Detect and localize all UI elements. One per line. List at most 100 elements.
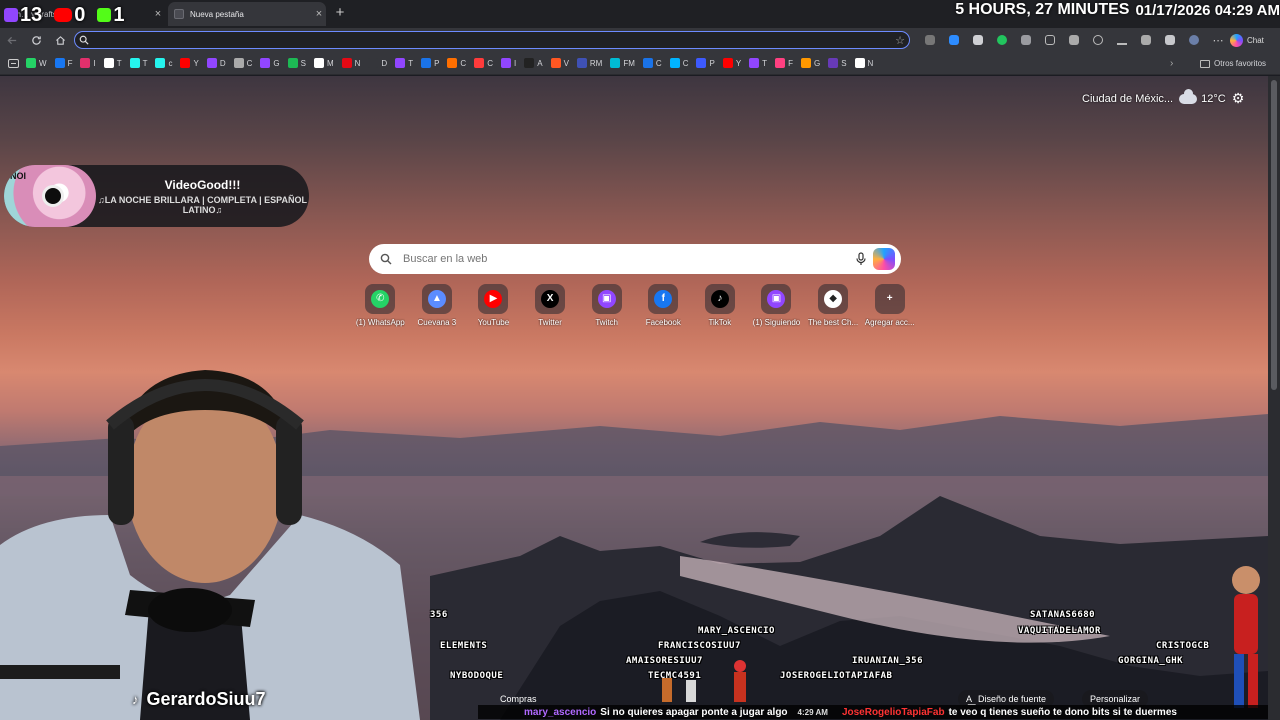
now-playing-title: VideoGood!!! <box>164 177 241 192</box>
close-tab-icon[interactable]: × <box>151 8 165 20</box>
copilot-icon <box>1230 33 1243 47</box>
bookmark-item[interactable]: RM <box>576 58 602 68</box>
bookmark-item[interactable]: FM <box>610 58 635 68</box>
extension-icon[interactable] <box>918 30 942 50</box>
address-input[interactable] <box>93 35 891 45</box>
now-playing-widget[interactable]: NOI VideoGood!!! ♫LA NOCHE BRILLARA | CO… <box>4 165 309 227</box>
bookmark-item[interactable]: T <box>749 58 767 68</box>
bookmark-item[interactable]: S <box>287 58 306 68</box>
split-screen-icon[interactable] <box>1038 30 1062 50</box>
shortcut-glyph-icon: X <box>541 290 560 308</box>
bookmark-item[interactable]: T <box>103 58 122 68</box>
back-button[interactable] <box>0 28 24 52</box>
bookmark-item[interactable]: V <box>550 58 569 68</box>
extension-icon[interactable] <box>1062 30 1086 50</box>
shortcut-tile[interactable]: ◆ The best Ch... <box>805 284 862 330</box>
bookmark-item[interactable]: N <box>854 58 873 68</box>
extension-icon[interactable] <box>1014 30 1038 50</box>
bookmark-item[interactable]: A <box>524 58 543 68</box>
shortcut-tile[interactable]: ▲ Cuevana 3 <box>409 284 466 330</box>
web-search-input[interactable] <box>403 253 849 265</box>
downloads-icon[interactable] <box>1110 30 1134 50</box>
shortcut-tile[interactable]: ♪ TikTok <box>692 284 749 330</box>
bookmark-item[interactable]: S <box>828 58 847 68</box>
compras-link[interactable]: Compras <box>500 694 537 704</box>
bookmark-item[interactable]: M <box>313 58 334 68</box>
extension-icon[interactable] <box>990 30 1014 50</box>
bookmark-item[interactable]: P <box>696 58 715 68</box>
address-bar[interactable]: ☆ <box>74 31 910 49</box>
bookmark-item[interactable]: I <box>500 58 516 68</box>
bookmark-item[interactable]: D <box>206 58 226 68</box>
bookmark-item[interactable]: Y <box>722 58 741 68</box>
bookmark-favicon-icon <box>155 58 166 68</box>
bookmark-item[interactable]: G <box>800 58 821 68</box>
chat-message: te veo q tienes sueño te dono bits si te… <box>948 706 1177 718</box>
bookmark-item[interactable]: T <box>129 58 147 68</box>
bookmark-favicon-icon <box>854 58 865 68</box>
bookmark-label: G <box>813 58 821 68</box>
bookmark-favicon-icon <box>828 58 839 68</box>
streamer-watermark: ♪ GerardoSiuu7 <box>132 689 266 710</box>
bookmark-item[interactable]: C <box>669 58 688 68</box>
shortcut-tile[interactable]: + Agregar acc... <box>861 284 918 330</box>
bookmark-item[interactable]: C <box>474 58 493 68</box>
scrollbar-thumb[interactable] <box>1271 80 1277 390</box>
shortcut-tile[interactable]: X Twitter <box>522 284 579 330</box>
home-button[interactable] <box>48 28 72 52</box>
bookmark-item[interactable]: W <box>26 58 47 68</box>
weather-widget[interactable]: Ciudad de Méxic... 12°C <box>1082 89 1226 108</box>
bookmark-favicon-icon <box>800 58 811 68</box>
page-scrollbar[interactable] <box>1268 76 1280 720</box>
shortcut-tile[interactable]: ▣ Twitch <box>578 284 635 330</box>
profile-avatar[interactable] <box>1182 30 1206 50</box>
shortcut-tile[interactable]: ▣ (1) Siguiendo <box>748 284 805 330</box>
bookmark-label: C <box>460 58 467 68</box>
bookmark-item[interactable]: C <box>233 58 252 68</box>
bookmark-item[interactable]: F <box>54 58 72 68</box>
shortcut-tile[interactable]: ▶ YouTube <box>465 284 522 330</box>
bookmark-favicon-icon <box>610 58 621 68</box>
reload-button[interactable] <box>24 28 48 52</box>
bookmark-item[interactable]: F <box>775 58 793 68</box>
bookmark-item[interactable]: P <box>421 58 439 68</box>
bookmark-item[interactable]: T <box>395 58 413 68</box>
bookmark-item[interactable]: G <box>260 58 280 68</box>
settings-gear-icon[interactable]: ⚙ <box>1230 90 1246 106</box>
apps-icon[interactable] <box>0 58 26 68</box>
more-menu-icon[interactable]: ⋯ <box>1206 30 1230 50</box>
bookmark-label: W <box>39 58 47 68</box>
shortcut-tile[interactable]: ✆ (1) WhatsApp <box>352 284 409 330</box>
other-favorites[interactable]: Otros favoritos <box>1200 52 1266 75</box>
copilot-chat-button[interactable]: Chat <box>1230 31 1264 49</box>
bookmark-favicon-icon <box>722 58 733 68</box>
microphone-icon[interactable] <box>849 252 873 266</box>
shortcut-glyph-icon: ▶ <box>484 290 503 308</box>
bookmark-item[interactable]: C <box>642 58 662 68</box>
bookmark-item[interactable]: I <box>80 58 96 68</box>
bookmark-item[interactable]: c <box>155 58 172 68</box>
bookmark-item[interactable]: C <box>447 58 466 68</box>
bookmark-item[interactable]: D <box>368 58 387 68</box>
copilot-search-icon[interactable] <box>873 248 895 270</box>
twitch-icon <box>4 8 18 22</box>
history-icon[interactable] <box>1086 30 1110 50</box>
bookmark-item[interactable]: Y <box>180 58 199 68</box>
bookmark-favicon-icon <box>550 58 561 68</box>
extension-icon[interactable] <box>1134 30 1158 50</box>
bookmark-favicon-icon <box>421 58 432 68</box>
extension-icon[interactable] <box>966 30 990 50</box>
favorite-star-icon[interactable]: ☆ <box>891 34 909 47</box>
shortcut-icon: f <box>648 284 679 314</box>
web-search-box[interactable] <box>369 244 901 274</box>
extension-icon[interactable] <box>1158 30 1182 50</box>
chevron-right-icon[interactable]: › <box>1170 58 1173 69</box>
new-tab-button[interactable]: + <box>332 4 348 22</box>
shortcut-tile[interactable]: f Facebook <box>635 284 692 330</box>
tiktok-icon: ♪ <box>132 692 139 707</box>
extension-icon[interactable] <box>942 30 966 50</box>
bookmark-item[interactable]: N <box>341 58 360 68</box>
bookmark-favicon-icon <box>313 58 324 68</box>
tab-new-tab[interactable]: Nueva pestaña × <box>168 2 326 26</box>
close-tab-icon[interactable]: × <box>312 8 326 20</box>
